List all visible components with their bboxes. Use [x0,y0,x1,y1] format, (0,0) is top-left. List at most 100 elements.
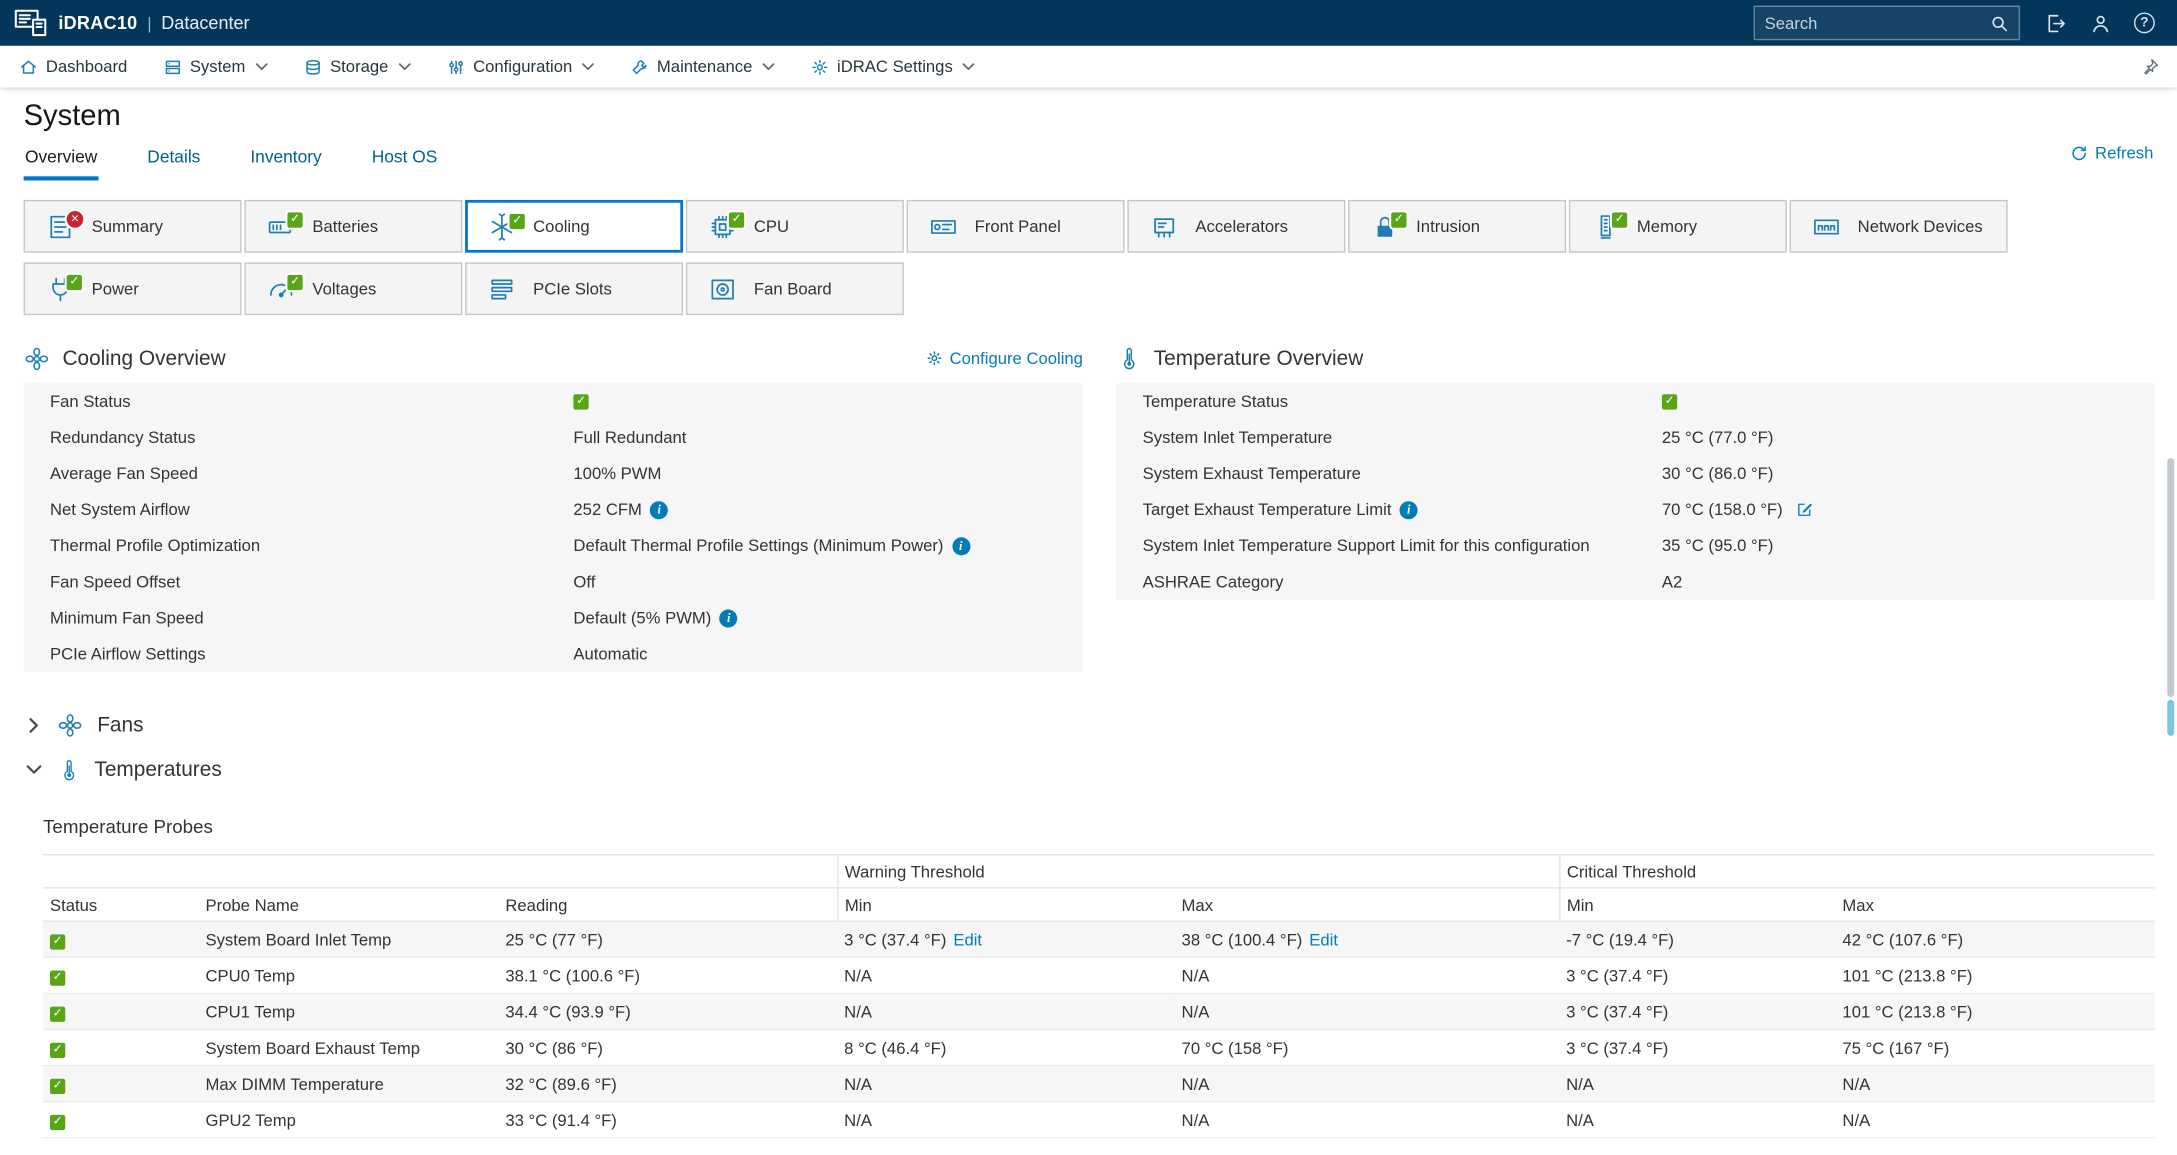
tab-inventory[interactable]: Inventory [249,143,323,180]
crit-max-cell: N/A [1835,1101,2155,1139]
kv-value: 25 °C (77.0 °F) [1661,427,1774,448]
tile-cpu[interactable]: CPU [685,199,904,253]
server-icon [163,58,181,76]
kv-row: Temperature Status [1116,383,2155,419]
thermometer-icon [57,758,81,782]
cooling-overview-list: Fan Status Redundancy Status Full Redund… [23,383,1083,672]
status-ok-icon [287,207,303,228]
warning-threshold-header: Warning Threshold [836,853,1560,889]
kv-row: System Exhaust Temperature 30 °C (86.0 °… [1116,455,2155,491]
probe-name-cell: CPU0 Temp [198,957,499,995]
scrollbar-thumb[interactable] [2167,458,2175,697]
page-title: System [23,99,121,132]
nav-dashboard[interactable]: Dashboard [19,57,127,76]
tab-details[interactable]: Details [146,143,202,180]
reading-cell: 38.1 °C (100.6 °F) [498,957,838,995]
logout-icon[interactable] [2045,12,2067,34]
user-icon[interactable] [2090,12,2112,34]
search-input[interactable] [1764,13,1990,33]
status-ok-icon [287,269,303,290]
nav-maintenance[interactable]: Maintenance [631,57,775,76]
fan-board-icon [707,273,739,305]
tile-label: Intrusion [1416,216,1481,237]
tile-intrusion[interactable]: Intrusion [1348,199,1567,253]
status-ok-icon [49,1042,66,1058]
tile-voltages[interactable]: Voltages [244,262,463,316]
tile-accelerators[interactable]: Accelerators [1127,199,1346,253]
table-row: System Board Exhaust Temp 30 °C (86 °F) … [43,1029,2155,1067]
tile-label: Power [91,279,139,299]
status-ok-icon [728,207,745,228]
edit-link[interactable]: Edit [953,930,982,949]
critical-threshold-header: Critical Threshold [1558,853,2155,889]
kv-label: Fan Status [49,391,131,411]
help-icon[interactable] [2133,12,2155,34]
kv-label: Fan Speed Offset [49,572,181,592]
info-icon[interactable] [650,500,669,519]
kv-value: Full Redundant [573,427,687,448]
tile-summary[interactable]: Summary [23,199,242,253]
warn-min-cell: N/A [837,1101,1175,1139]
crit-max-cell: 42 °C (107.6 °F) [1835,921,2155,958]
nav-label: Dashboard [45,56,128,77]
tile-network-devices[interactable]: Network Devices [1789,199,2008,253]
kv-label: Temperature Status [1142,391,1289,411]
search-box[interactable] [1753,5,2021,41]
nav-storage[interactable]: Storage [304,57,411,76]
info-icon[interactable] [1399,500,1418,519]
warn-max-cell: N/A [1174,1101,1560,1139]
col-crit-max: Max [1835,887,2155,922]
tile-label: Voltages [312,279,377,299]
tile-front-panel[interactable]: Front Panel [906,199,1125,253]
storage-disk-icon [304,58,322,76]
crit-max-cell: N/A [1835,1065,2155,1103]
temperatures-section-toggle[interactable]: Temperatures [0,748,2177,791]
nav-configuration[interactable]: Configuration [447,57,595,76]
scrollbar-marker[interactable] [2167,699,2175,736]
status-ok-icon [1661,393,1678,409]
cooling-overview-panel: Cooling Overview Configure Cooling Fan S… [23,333,1083,672]
chevron-down-icon [962,62,975,71]
crit-min-cell: -7 °C (19.4 °F) [1559,921,1836,958]
tile-batteries[interactable]: Batteries [244,199,463,253]
temperature-overview-list: Temperature Status System Inlet Temperat… [1116,383,2155,600]
configure-cooling-label: Configure Cooling [949,348,1083,368]
accelerator-card-icon [1148,210,1180,242]
tab-host-os[interactable]: Host OS [370,143,438,180]
tile-fan-board[interactable]: Fan Board [685,262,904,316]
warn-max-cell: N/A [1174,1065,1560,1103]
kv-row: System Inlet Temperature Support Limit f… [1116,528,2155,564]
col-status: Status [43,887,199,922]
nav-idrac-settings[interactable]: iDRAC Settings [811,57,975,76]
tab-overview[interactable]: Overview [23,143,99,181]
tile-pcie-slots[interactable]: PCIe Slots [465,262,684,316]
table-row: Max DIMM Temperature 32 °C (89.6 °F) N/A… [43,1065,2155,1103]
fans-section-toggle[interactable]: Fans [0,703,2177,749]
kv-value: 70 °C (158.0 °F) [1661,499,1783,520]
refresh-button[interactable]: Refresh [2070,143,2153,162]
idrac-logo-icon [14,8,47,37]
kv-label: ASHRAE Category [1142,572,1284,592]
edit-pencil-icon[interactable] [1795,500,1814,519]
tile-cooling[interactable]: Cooling [465,199,684,253]
nav-label: Maintenance [656,56,753,77]
thermometer-icon [1116,346,1141,371]
search-icon[interactable] [1990,13,2009,32]
nav-system[interactable]: System [163,57,268,76]
info-icon[interactable] [719,608,738,627]
warn-min-cell: N/A [837,993,1175,1031]
pin-menu-icon[interactable] [2141,57,2160,76]
configure-cooling-link[interactable]: Configure Cooling [926,348,1083,368]
kv-row: Minimum Fan Speed Default (5% PWM) [24,600,1083,636]
col-crit-min: Min [1558,887,1836,922]
tile-power[interactable]: Power [23,262,242,316]
tile-memory[interactable]: Memory [1568,199,1787,253]
info-icon[interactable] [951,536,970,555]
idrac-app: iDRAC10 | Datacenter Dashboard [0,0,2177,1155]
kv-label: Redundancy Status [49,427,196,448]
reading-cell: 30 °C (86 °F) [498,1029,838,1067]
status-ok-icon [1391,207,1407,228]
edit-link[interactable]: Edit [1309,930,1338,949]
table-row: CPU0 Temp 38.1 °C (100.6 °F) N/A N/A 3 °… [43,957,2155,995]
crit-max-cell: 101 °C (213.8 °F) [1835,993,2155,1031]
